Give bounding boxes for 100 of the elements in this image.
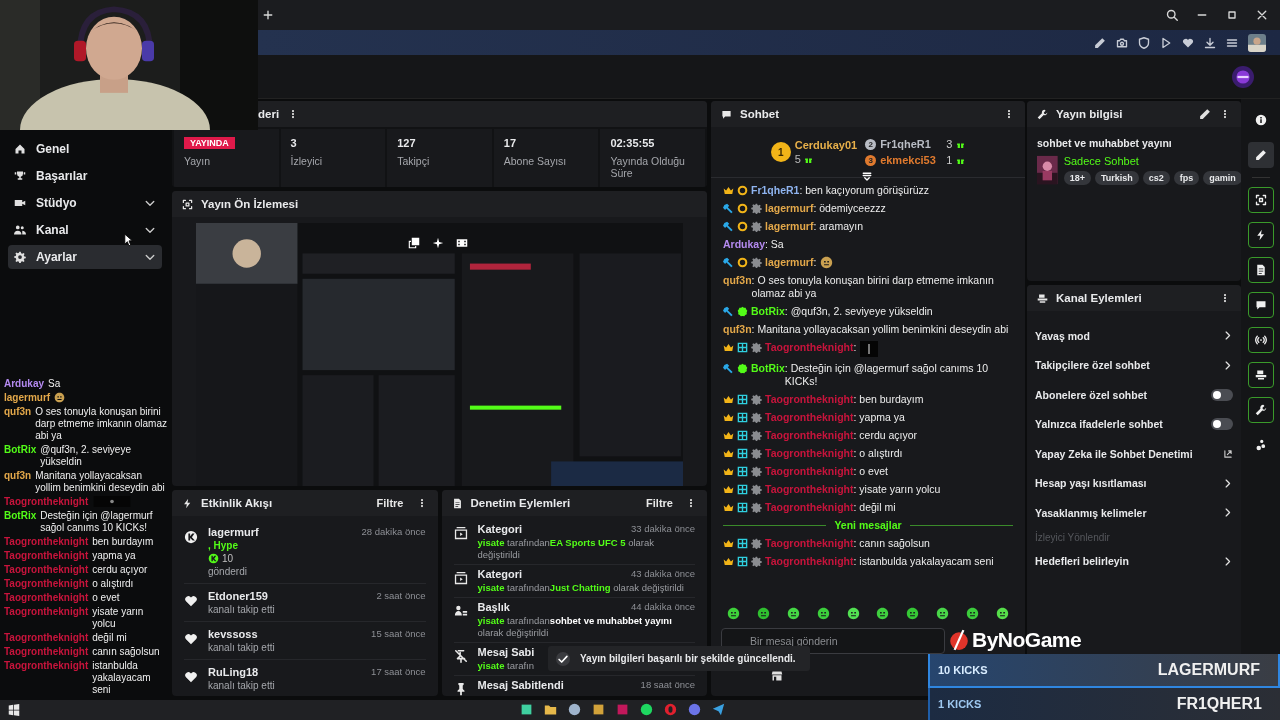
gear-icon [751, 556, 762, 567]
pencil-icon[interactable] [1094, 36, 1106, 49]
plane-icon[interactable] [712, 703, 725, 716]
app-icon[interactable] [592, 703, 605, 716]
crown-icon [723, 556, 734, 567]
toggle-switch[interactable] [1211, 418, 1233, 431]
emote-icon[interactable] [816, 606, 830, 620]
message-text: : istanbulda yakalayacam seni [853, 555, 994, 568]
username: Ardukay [723, 238, 765, 251]
emote-icon[interactable] [906, 606, 920, 620]
rank-badge: 2 [865, 138, 877, 150]
gear-icon [751, 394, 762, 405]
toggle-switch[interactable] [1211, 388, 1233, 401]
new-tab-icon[interactable] [262, 9, 274, 21]
windows-icon[interactable] [8, 704, 20, 716]
folder-icon[interactable] [544, 703, 557, 716]
hammer-icon [723, 203, 734, 214]
menu-icon[interactable] [1226, 36, 1238, 49]
nav-item[interactable]: Ayarlar [8, 245, 162, 269]
grid-icon [737, 556, 748, 567]
username: lagermurf [4, 392, 51, 404]
emote-icon[interactable] [846, 606, 860, 620]
action-item[interactable]: Yasaklanmış kelimeler [1035, 498, 1233, 528]
category-link[interactable]: Sadece Sohbet [1063, 155, 1139, 167]
maximize-icon[interactable] [1226, 9, 1238, 21]
action-item[interactable]: Yapay Zeka ile Sohbet Denetimi [1035, 439, 1233, 469]
sparkle-icon[interactable] [432, 237, 444, 249]
filter-button[interactable]: Filtre [372, 495, 408, 511]
emote-icon[interactable] [995, 606, 1009, 620]
tag[interactable]: gamin [1203, 171, 1241, 185]
emote-icon[interactable] [876, 606, 890, 620]
stat-label: Yayın [184, 155, 212, 167]
screen-icon [182, 198, 193, 210]
download-icon[interactable] [1204, 36, 1216, 49]
screen-icon[interactable] [1248, 187, 1274, 213]
film-icon[interactable] [456, 237, 468, 249]
message-text: istanbulda yakalayacam seni [92, 660, 152, 696]
kick-icon [184, 530, 198, 544]
timestamp: 44 dakika önce [631, 601, 695, 613]
play-icon[interactable] [1160, 36, 1172, 49]
nav-item[interactable]: Kanal [8, 218, 162, 242]
action-item[interactable]: Hesap yaşı kısıtlaması [1035, 468, 1233, 498]
check-icon [556, 651, 570, 666]
action-item[interactable]: Yalnızca ifadelerle sohbet [1035, 409, 1233, 439]
event-detail: kanalı takip etti [208, 642, 275, 653]
emote-icon[interactable] [965, 606, 979, 620]
message-text: : @quf3n, 2. seviyeye yükseldin [784, 305, 933, 318]
document-icon[interactable] [1248, 257, 1274, 283]
nav-item[interactable]: Başarılar [8, 164, 162, 188]
heart-icon[interactable] [1182, 36, 1194, 49]
app-icon[interactable] [520, 703, 533, 716]
emote-icon[interactable] [757, 606, 771, 620]
action-item[interactable]: Abonelere özel sohbet [1035, 380, 1233, 410]
lightning-icon[interactable] [1248, 222, 1274, 248]
event-detail: gönderdi [208, 566, 247, 577]
store-icon[interactable] [771, 670, 783, 682]
unpin-icon [453, 649, 468, 663]
gear-icon [751, 203, 762, 214]
cursor-icon [124, 233, 134, 247]
chat-icon[interactable] [1248, 292, 1274, 318]
tag[interactable]: fps [1173, 171, 1200, 185]
collapse-icon[interactable] [861, 171, 873, 183]
reward-name: , Hype [208, 540, 238, 551]
message-text: : Desteğin için @lagermurf sağol canıms 10 KICKs! [784, 362, 990, 388]
emote-icon [820, 256, 834, 269]
crown-icon [723, 412, 734, 423]
close-icon[interactable] [1256, 9, 1268, 21]
wrench-icon[interactable] [1248, 397, 1274, 423]
broadcast-icon[interactable] [1248, 327, 1274, 353]
grid-icon [737, 502, 748, 513]
tag[interactable]: 18+ [1063, 171, 1091, 185]
tag[interactable]: Turkish [1094, 171, 1139, 185]
nav-item[interactable]: Genel [8, 137, 162, 161]
emote-icon[interactable] [787, 606, 800, 620]
ring-icon[interactable] [664, 703, 677, 716]
username: Taogrontheknight [4, 496, 89, 508]
message-text: O ses tonuyla konuşan birini darp etmeme imkanın olamaz abi ya [35, 406, 168, 442]
action-item[interactable]: Yavaş mod [1035, 321, 1233, 351]
action-item[interactable]: Hedefleri belirleyin [1035, 546, 1233, 576]
search-icon[interactable] [1166, 9, 1178, 21]
gear-icon [751, 412, 762, 423]
emote-icon[interactable] [727, 606, 741, 620]
username: Taogrontheknight [4, 578, 89, 590]
grid-icon [737, 430, 748, 441]
shield-icon[interactable] [1138, 36, 1150, 49]
message-text: : yapma ya [853, 411, 905, 424]
nav-item[interactable]: Stüdyo [8, 191, 162, 215]
address-bar[interactable] [258, 30, 1280, 55]
filter-button[interactable]: Filtre [642, 495, 677, 511]
action-detail: yisate tarafındanJust Chatting olarak değiştirildi [477, 582, 684, 594]
emote-icon[interactable] [935, 606, 949, 620]
tag[interactable]: cs2 [1142, 171, 1170, 185]
popout-icon[interactable] [408, 237, 420, 249]
message-text: değil mi [92, 632, 128, 644]
action-title: Kategori [477, 523, 523, 535]
pencil-icon[interactable] [1199, 108, 1211, 120]
crown-icon [723, 538, 734, 549]
pencil-icon[interactable] [1248, 142, 1274, 168]
action-item[interactable]: Takipçilere özel sohbet [1035, 350, 1233, 380]
live-badge: YAYINDA [184, 137, 235, 149]
